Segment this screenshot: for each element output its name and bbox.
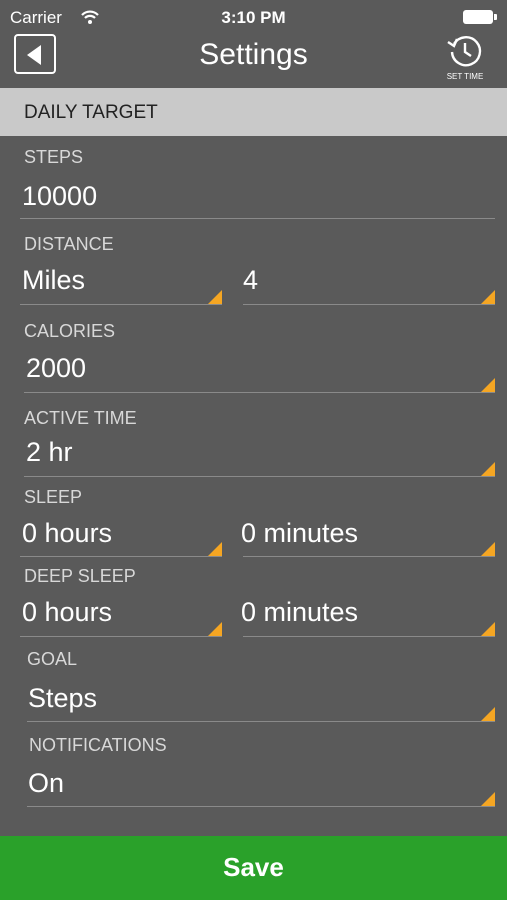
active-time-dropdown[interactable]: 2 hr	[26, 437, 73, 468]
steps-input[interactable]: 10000	[22, 181, 97, 212]
distance-unit-underline	[20, 304, 222, 305]
distance-unit-dropdown[interactable]: Miles	[22, 265, 85, 296]
sleep-label: SLEEP	[24, 487, 83, 507]
dropdown-corner-icon	[481, 792, 495, 806]
section-header-daily-target: DAILY TARGET	[0, 88, 507, 136]
goal-label: GOAL	[27, 649, 78, 669]
dropdown-corner-icon	[481, 378, 495, 392]
history-clock-icon	[447, 36, 482, 67]
distance-value-input[interactable]: 4	[243, 265, 258, 296]
deep-sleep-hours-underline	[20, 636, 222, 637]
calories-underline	[24, 392, 495, 393]
navigation-bar: Settings SET TIME	[0, 34, 507, 88]
distance-label: DISTANCE	[24, 234, 114, 254]
save-button[interactable]: Save	[0, 836, 507, 900]
calories-label: CALORIES	[24, 321, 116, 341]
distance-value-underline	[243, 304, 495, 305]
goal-underline	[27, 721, 495, 722]
deep-sleep-minutes-underline	[243, 636, 495, 637]
dropdown-corner-icon	[208, 290, 222, 304]
set-time-label: SET TIME	[446, 72, 484, 81]
dropdown-corner-icon	[481, 542, 495, 556]
notifications-label: NOTIFICATIONS	[29, 735, 167, 755]
dropdown-corner-icon	[208, 542, 222, 556]
notifications-dropdown[interactable]: On	[28, 768, 64, 799]
save-label: Save	[223, 852, 284, 882]
deep-sleep-label: DEEP SLEEP	[24, 566, 136, 586]
goal-dropdown[interactable]: Steps	[28, 683, 97, 714]
sleep-minutes-dropdown[interactable]: 0 minutes	[241, 518, 358, 549]
sleep-hours-underline	[20, 556, 222, 557]
dropdown-corner-icon	[481, 622, 495, 636]
set-time-button[interactable]: SET TIME	[440, 32, 490, 84]
active-time-label: ACTIVE TIME	[24, 408, 137, 428]
sleep-hours-dropdown[interactable]: 0 hours	[22, 518, 112, 549]
deep-sleep-minutes-dropdown[interactable]: 0 minutes	[241, 597, 358, 628]
status-bar: Carrier 3:10 PM	[0, 0, 507, 34]
sleep-minutes-underline	[243, 556, 495, 557]
dropdown-corner-icon	[481, 462, 495, 476]
dropdown-corner-icon	[208, 622, 222, 636]
battery-icon	[463, 10, 497, 24]
active-time-underline	[24, 476, 495, 477]
dropdown-corner-icon	[481, 707, 495, 721]
page-title: Settings	[199, 38, 308, 71]
deep-sleep-hours-dropdown[interactable]: 0 hours	[22, 597, 112, 628]
steps-label: STEPS	[24, 147, 84, 167]
section-title: DAILY TARGET	[24, 102, 158, 123]
calories-dropdown[interactable]: 2000	[26, 353, 86, 384]
dropdown-corner-icon	[481, 290, 495, 304]
status-time: 3:10 PM	[221, 8, 286, 27]
steps-underline	[20, 218, 495, 219]
notifications-underline	[27, 806, 495, 807]
